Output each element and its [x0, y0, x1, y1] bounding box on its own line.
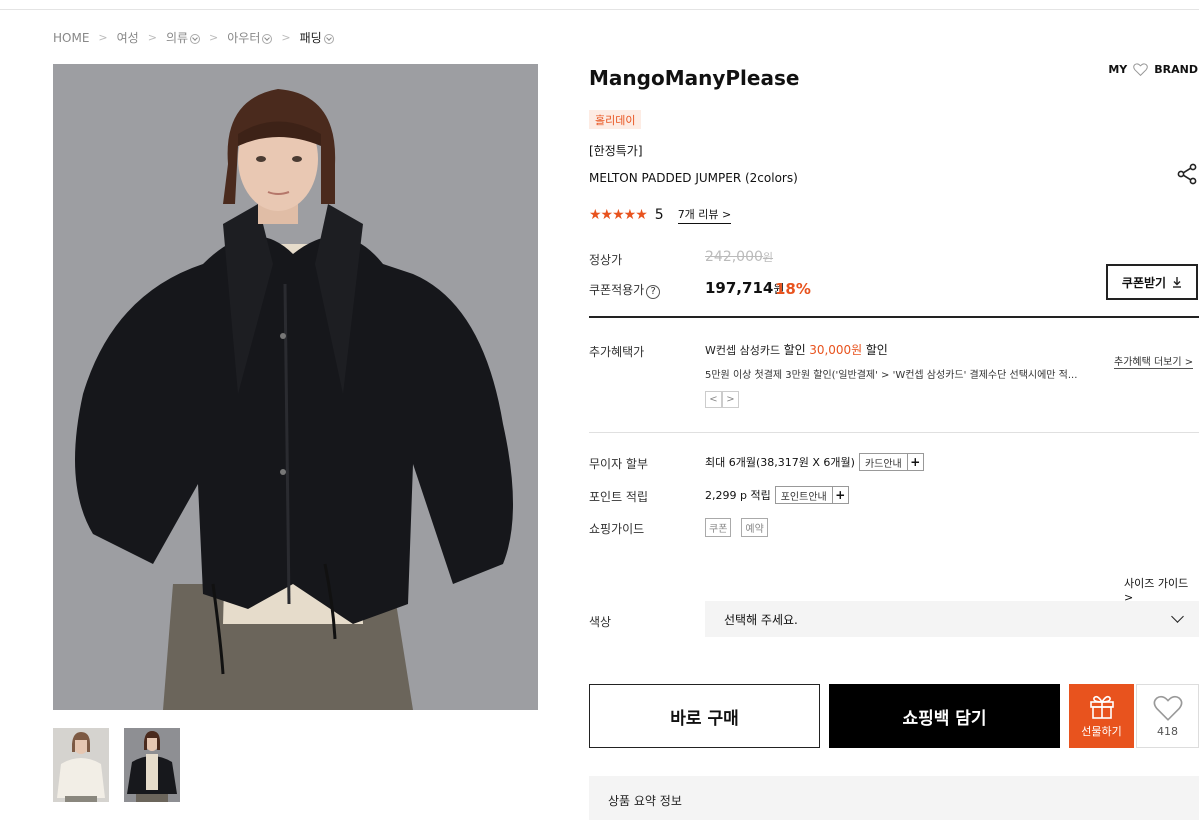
points-info-label: 포인트안내 [780, 491, 827, 503]
dropdown-icon[interactable] [190, 33, 201, 44]
benefit-headline: W컨셉 삼성카드 할인 30,000원 할인 [705, 341, 888, 358]
installment-value: 최대 6개월(38,317원 X 6개월) [705, 456, 855, 469]
dropdown-icon[interactable] [262, 33, 273, 44]
thumbnail-black[interactable] [124, 728, 180, 802]
breadcrumb-women[interactable]: 여성 [117, 29, 139, 46]
chevron-right-icon: > [722, 208, 732, 221]
product-summary-section[interactable]: 상품 요약 정보 [589, 776, 1199, 820]
thumbnail-ivory[interactable] [53, 728, 109, 802]
coupon-price-label-row: 쿠폰적용가? [589, 281, 661, 299]
plus-icon: + [831, 487, 848, 503]
breadcrumb-outer[interactable]: 아우터 [227, 29, 260, 46]
product-main-image[interactable] [53, 64, 538, 710]
benefit-detail: 5만원 이상 첫결제 3만원 할인('일반결제' > 'W컨셉 삼성카드' 결제… [705, 370, 1078, 381]
benefit-divider [589, 432, 1199, 433]
my-brand-link[interactable]: MY BRAND [1108, 63, 1198, 76]
color-select[interactable]: 선택해 주세요. [705, 601, 1199, 637]
dropdown-icon[interactable] [323, 33, 334, 44]
gift-button[interactable]: 선물하기 [1069, 684, 1134, 748]
coupon-chip: 쿠폰 [705, 518, 732, 537]
points-value: 2,299 p 적립 [705, 489, 771, 502]
regular-price-value: 242,000 [705, 249, 763, 265]
price-divider [589, 316, 1199, 318]
chevron-right-icon: > [209, 31, 219, 44]
coupon-price-label: 쿠폰적용가 [589, 283, 645, 297]
event-tag: 홀리데이 [589, 110, 642, 129]
breadcrumb-padding[interactable]: 패딩 [300, 29, 322, 46]
thumbnail-black-photo [124, 728, 180, 802]
benefit-more-link[interactable]: 추가혜택 더보기 > [1114, 353, 1194, 369]
coupon-button-label: 쿠폰받기 [1121, 275, 1167, 290]
installment-label: 무이자 할부 [589, 457, 649, 471]
product-name: MELTON PADDED JUMPER (2colors) [589, 171, 798, 185]
regular-price-unit: 원 [762, 251, 774, 264]
gift-icon [1089, 695, 1114, 719]
pager-next-button[interactable]: > [722, 391, 739, 408]
benefit-more-label: 추가혜택 더보기 [1114, 357, 1182, 368]
rating-score: 5 [654, 207, 664, 223]
card-info-label: 카드안내 [864, 458, 902, 470]
star-rating-icon: ★★★★★ [589, 207, 648, 223]
review-link[interactable]: 7개 리뷰 > [677, 206, 732, 224]
plus-icon: + [906, 454, 923, 470]
chevron-right-icon: > [281, 31, 291, 44]
breadcrumb-clothing[interactable]: 의류 [166, 29, 188, 46]
brand-label: BRAND [1154, 63, 1198, 76]
like-count: 418 [1157, 724, 1178, 738]
points-info-button[interactable]: 포인트안내 + [774, 486, 849, 504]
benefit-discount-word-2: 할인 [865, 343, 888, 357]
benefit-card: W컨셉 삼성카드 [705, 344, 781, 357]
breadcrumb-home[interactable]: HOME [53, 31, 89, 45]
my-label: MY [1108, 63, 1128, 76]
regular-price-label: 정상가 [589, 253, 623, 267]
pager-prev-button[interactable]: < [705, 391, 722, 408]
rating-row: ★★★★★ 5 7개 리뷰 > [589, 206, 732, 224]
brand-name[interactable]: MangoManyPlease [589, 66, 799, 90]
model-photo [53, 64, 538, 710]
gift-label: 선물하기 [1081, 725, 1122, 738]
points-label: 포인트 적립 [589, 490, 649, 504]
card-info-button[interactable]: 카드안내 + [858, 453, 924, 471]
product-subtitle: [한정특가] [589, 144, 643, 158]
sale-price-value: 197,714 [705, 279, 774, 297]
add-to-cart-button[interactable]: 쇼핑백 담기 [829, 684, 1060, 748]
chevron-right-icon: > [1184, 357, 1194, 368]
chevron-right-icon: > [98, 31, 108, 44]
color-label: 색상 [589, 615, 612, 629]
review-link-label: 7개 리뷰 [677, 208, 719, 221]
color-select-value: 선택해 주세요. [724, 612, 798, 627]
download-icon [1173, 276, 1182, 288]
summary-title: 상품 요약 정보 [608, 794, 682, 808]
benefit-amount: 30,000원 [809, 343, 863, 357]
sale-price: 197,714원 [705, 279, 784, 297]
coupon-download-button[interactable]: 쿠폰받기 [1106, 264, 1198, 300]
guide-row: 쿠폰 예약 [705, 518, 774, 537]
discount-rate: 18% [775, 280, 811, 298]
buy-now-button[interactable]: 바로 구매 [589, 684, 820, 748]
heart-outline-icon [1133, 63, 1149, 76]
benefit-discount-word: 할인 [783, 343, 806, 357]
chevron-down-icon [1171, 610, 1184, 623]
guide-label: 쇼핑가이드 [589, 522, 645, 536]
thumbnail-ivory-photo [53, 728, 109, 802]
top-divider [0, 9, 1199, 10]
installment-row: 최대 6개월(38,317원 X 6개월) 카드안내 + [705, 453, 924, 471]
share-icon[interactable] [1176, 163, 1198, 185]
chevron-right-icon: > [147, 31, 157, 44]
regular-price: 242,000원 [705, 249, 773, 265]
reservation-chip: 예약 [741, 518, 768, 537]
points-row: 2,299 p 적립 포인트안내 + [705, 486, 849, 504]
heart-outline-icon [1153, 695, 1182, 721]
help-icon[interactable]: ? [646, 285, 661, 299]
size-guide-label: 사이즈 가이드 [1124, 577, 1189, 590]
like-button[interactable]: 418 [1136, 684, 1199, 748]
benefit-pager: < > [705, 391, 739, 408]
breadcrumb: HOME > 여성 > 의류 > 아우터 > 패딩 [53, 29, 334, 46]
benefit-label: 추가혜택가 [589, 345, 645, 359]
